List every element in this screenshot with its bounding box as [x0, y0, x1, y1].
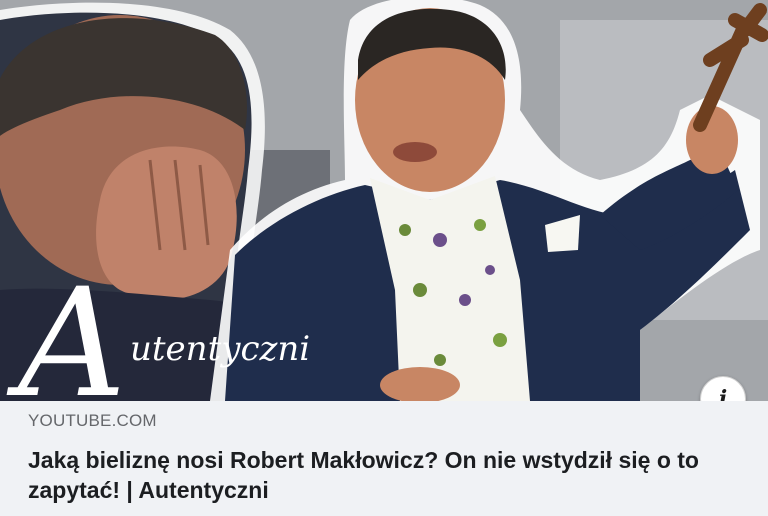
link-preview-card[interactable]: A utentyczni i YOUTUBE.COM Jaką bieliznę… — [0, 0, 768, 516]
svg-text:A: A — [6, 257, 126, 401]
link-preview-text-area[interactable]: YOUTUBE.COM Jaką bieliznę nosi Robert Ma… — [0, 401, 768, 516]
video-thumbnail[interactable]: A utentyczni — [0, 0, 768, 401]
link-source-domain: YOUTUBE.COM — [28, 411, 157, 430]
svg-text:utentyczni: utentyczni — [130, 329, 310, 369]
link-title[interactable]: Jaką bieliznę nosi Robert Makłowicz? On … — [28, 445, 740, 505]
